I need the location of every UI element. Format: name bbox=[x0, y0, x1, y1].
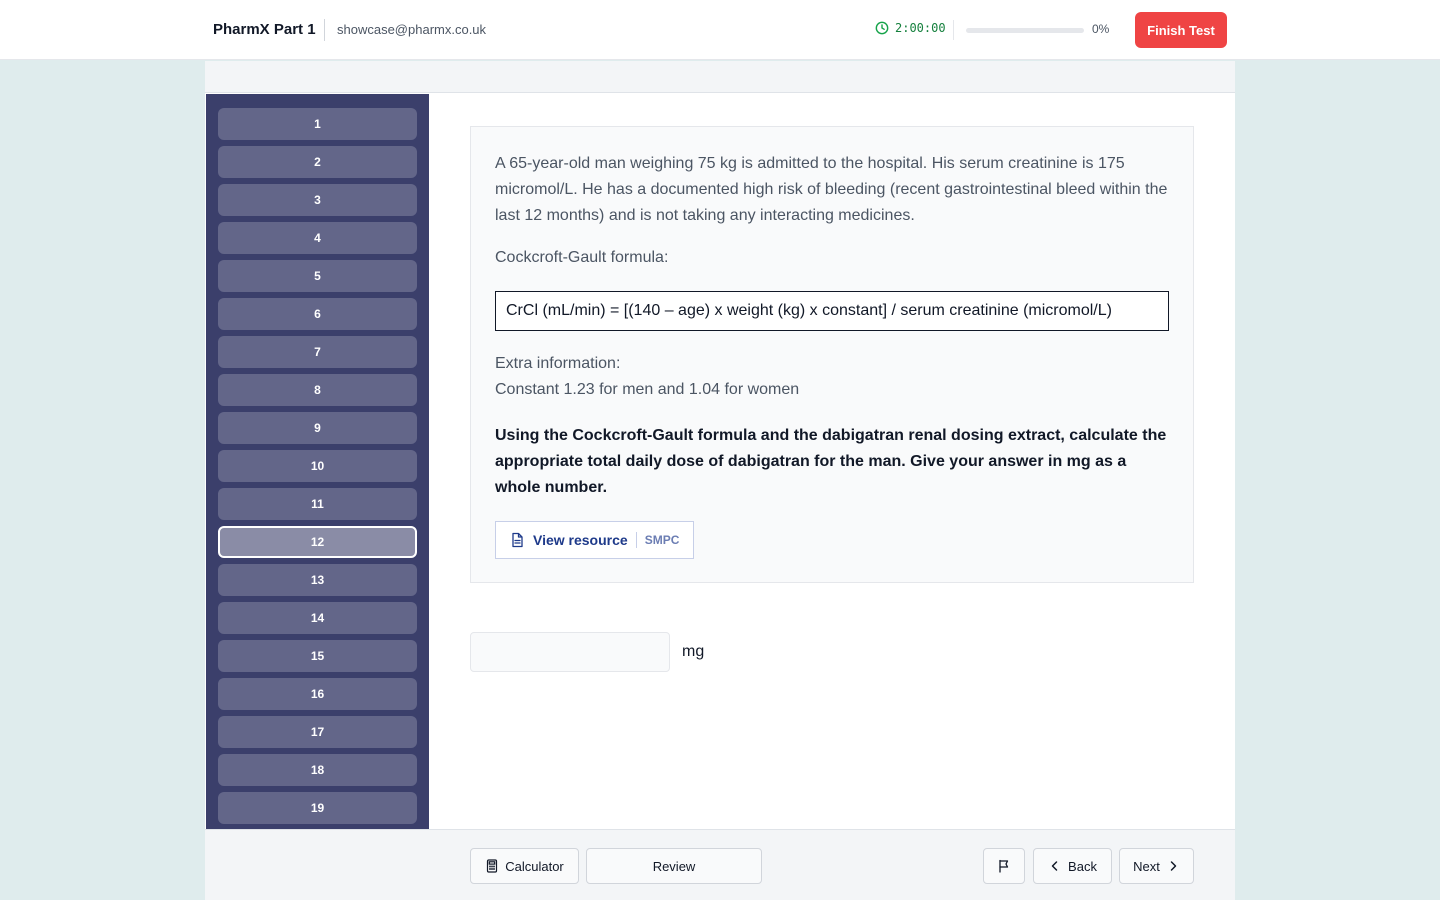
question-nav-button[interactable]: 9 bbox=[218, 412, 417, 444]
question-card: A 65-year-old man weighing 75 kg is admi… bbox=[470, 126, 1194, 583]
question-stem: A 65-year-old man weighing 75 kg is admi… bbox=[495, 155, 1168, 224]
question-nav-button[interactable]: 3 bbox=[218, 184, 417, 216]
finish-test-button[interactable]: Finish Test bbox=[1135, 12, 1227, 48]
divider bbox=[635, 532, 637, 548]
divider bbox=[953, 20, 954, 40]
top-bar: PharmX Part 1 showcase@pharmx.co.uk 2:00… bbox=[0, 0, 1440, 60]
question-nav-button[interactable]: 13 bbox=[218, 564, 417, 596]
question-nav-button[interactable]: 17 bbox=[218, 716, 417, 748]
progress-bar bbox=[966, 28, 1084, 33]
review-label: Review bbox=[652, 858, 696, 874]
chevron-left-icon bbox=[1051, 861, 1058, 871]
resource-tag: SMPC bbox=[644, 533, 680, 547]
extra-info-text: Constant 1.23 for men and 1.04 for women bbox=[495, 381, 800, 398]
question-nav-button[interactable]: 19 bbox=[218, 792, 417, 824]
clock-icon bbox=[875, 21, 889, 35]
review-button[interactable]: Review bbox=[586, 848, 762, 884]
view-resource-label: View resource bbox=[533, 532, 628, 548]
question-nav-button[interactable]: 10 bbox=[218, 450, 417, 482]
divider bbox=[324, 19, 325, 41]
question-nav-button[interactable]: 6 bbox=[218, 298, 417, 330]
question-nav-button[interactable]: 12 bbox=[218, 526, 417, 558]
document-icon bbox=[512, 532, 523, 548]
formula-box: CrCl (mL/min) = [(140 – age) x weight (k… bbox=[495, 291, 1169, 331]
chevron-right-icon bbox=[1170, 861, 1177, 871]
test-container: 1 2 3 4 5 6 7 8 9 10 11 12 13 14 15 16 1… bbox=[205, 61, 1235, 900]
formula-label: Cockcroft-Gault formula: bbox=[495, 249, 669, 266]
question-navigator: 1 2 3 4 5 6 7 8 9 10 11 12 13 14 15 16 1… bbox=[206, 94, 429, 829]
question-nav-button[interactable]: 5 bbox=[218, 260, 417, 292]
flag-icon bbox=[999, 859, 1009, 873]
question-nav-button[interactable]: 15 bbox=[218, 640, 417, 672]
answer-unit: mg bbox=[682, 643, 705, 660]
question-nav-button[interactable]: 7 bbox=[218, 336, 417, 368]
back-label: Back bbox=[1068, 858, 1097, 874]
app-title: PharmX Part 1 bbox=[213, 21, 316, 38]
sub-header bbox=[205, 61, 1235, 93]
footer-toolbar: Calculator Review Back Next bbox=[205, 829, 1235, 900]
progress-label: 0% bbox=[1092, 22, 1110, 36]
question-nav-button[interactable]: 16 bbox=[218, 678, 417, 710]
question-nav-button[interactable]: 11 bbox=[218, 488, 417, 520]
question-nav-button[interactable]: 14 bbox=[218, 602, 417, 634]
back-button[interactable]: Back bbox=[1033, 848, 1112, 884]
calculator-icon bbox=[487, 859, 498, 873]
question-nav-button[interactable]: 18 bbox=[218, 754, 417, 786]
calculator-label: Calculator bbox=[505, 858, 564, 874]
timer-value: 2:00:00 bbox=[895, 21, 946, 35]
question-nav-button[interactable]: 2 bbox=[218, 146, 417, 178]
timer: 2:00:00 bbox=[875, 21, 946, 35]
question-nav-button[interactable]: 1 bbox=[218, 108, 417, 140]
question-prompt: Using the Cockcroft-Gault formula and th… bbox=[495, 427, 1167, 496]
view-resource-button[interactable]: View resource SMPC bbox=[495, 521, 694, 559]
next-button[interactable]: Next bbox=[1119, 848, 1194, 884]
extra-info-heading: Extra information: bbox=[495, 355, 621, 372]
question-nav-button[interactable]: 4 bbox=[218, 222, 417, 254]
calculator-button[interactable]: Calculator bbox=[470, 848, 579, 884]
next-label: Next bbox=[1133, 858, 1160, 874]
flag-button[interactable] bbox=[983, 848, 1025, 884]
answer-input[interactable] bbox=[470, 632, 670, 672]
question-nav-button[interactable]: 8 bbox=[218, 374, 417, 406]
user-email: showcase@pharmx.co.uk bbox=[337, 22, 487, 37]
